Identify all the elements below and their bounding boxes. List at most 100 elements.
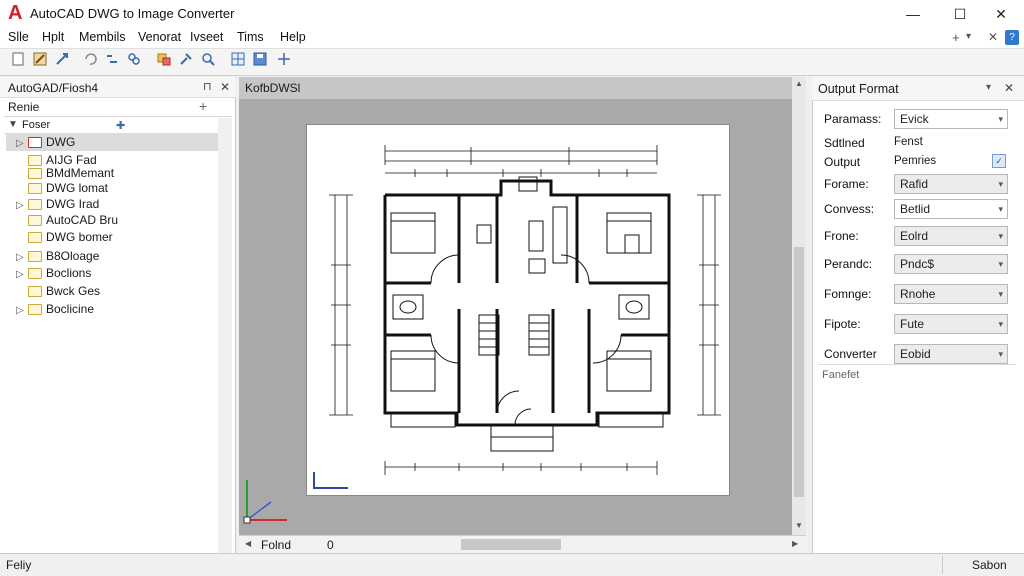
property-dropdown[interactable]: Fute ▾	[894, 314, 1008, 334]
property-value: Rnohe	[900, 287, 936, 301]
chevron-down-icon: ▾	[998, 289, 1003, 299]
panel-dropdown-icon[interactable]: ▾	[986, 82, 991, 93]
output-checkbox[interactable]: ✓	[992, 154, 1006, 168]
menu-edit[interactable]: Hplt	[42, 30, 64, 44]
tree-item-label: Bwck Ges	[46, 284, 101, 298]
undo-icon[interactable]	[80, 51, 100, 71]
minimize-button[interactable]: —	[890, 0, 936, 28]
tree-item[interactable]: Bwck Ges	[6, 282, 218, 300]
property-dropdown[interactable]: Pndc$ ▾	[894, 254, 1008, 274]
menu-add-button[interactable]: +	[952, 30, 960, 45]
property-label: Paramass:	[824, 112, 882, 126]
layers-icon[interactable]	[124, 51, 144, 71]
menu-close-icon[interactable]: ✕	[988, 30, 998, 44]
left-scrollbar[interactable]	[218, 118, 232, 554]
menu-view[interactable]: Venorat	[138, 30, 181, 44]
status-text: Feliy	[6, 558, 32, 572]
add-folder-button[interactable]: +	[199, 98, 207, 114]
canvas-horizontal-scrollbar[interactable]: ◀ Folnd 0 ▶	[239, 535, 806, 553]
tree-item-label: AutoCAD Bru	[46, 213, 119, 227]
tree-item[interactable]: ▷ B8Oloage	[6, 247, 218, 265]
window-title: AutoCAD DWG to Image Converter	[30, 6, 235, 21]
edit-icon[interactable]	[30, 51, 50, 71]
close-button[interactable]: ✕	[978, 0, 1024, 28]
property-dropdown[interactable]: Rnohe ▾	[894, 284, 1008, 304]
zoom-icon[interactable]	[198, 51, 218, 71]
property-dropdown[interactable]: Evick ▾	[894, 109, 1008, 129]
ucs-axis-icon	[243, 474, 293, 524]
property-dropdown[interactable]: Betlid ▾	[894, 199, 1008, 219]
property-value: Rafid	[900, 177, 929, 191]
hscroll-thumb[interactable]	[461, 539, 561, 550]
expand-arrow-icon[interactable]: ▷	[16, 302, 28, 320]
property-value: Evick	[900, 112, 929, 126]
scroll-down-icon[interactable]: ▼	[795, 521, 803, 530]
help-icon[interactable]: ?	[1005, 30, 1019, 45]
property-value: Fenst	[894, 136, 923, 148]
drawing-tab[interactable]: KofbDWSl	[239, 77, 792, 99]
status-divider	[942, 556, 943, 574]
menu-dropdown-icon[interactable]: ▾	[966, 31, 971, 42]
scroll-thumb[interactable]	[794, 247, 804, 497]
output-panel-close-icon[interactable]: ✕	[1004, 81, 1014, 95]
menu-members[interactable]: Membils	[79, 30, 126, 44]
property-value: Eolrd	[900, 229, 929, 243]
tree-item-label: Boclicine	[46, 302, 95, 316]
property-label: Convess:	[824, 202, 875, 216]
scroll-right-icon[interactable]: ▶	[792, 539, 798, 548]
coordinate-readout: 0	[327, 538, 334, 552]
property-label: Perandc:	[824, 257, 873, 271]
property-dropdown[interactable]: Rafid ▾	[894, 174, 1008, 194]
menu-tools[interactable]: Tims	[237, 30, 264, 44]
folder-icon	[28, 286, 42, 298]
tree-root-row[interactable]: ▼ Foser ✚	[4, 116, 232, 134]
tree-item[interactable]: ▷ DWG	[6, 133, 218, 151]
property-label: Converter	[824, 347, 877, 361]
tree-item[interactable]: ▷ Boclicine	[6, 300, 218, 318]
tree-action-icon[interactable]: ✚	[116, 119, 125, 132]
maximize-button[interactable]: ☐	[937, 0, 983, 28]
status-right-text: Sabon	[972, 558, 1007, 572]
layout-tab-label[interactable]: Folnd	[261, 538, 291, 552]
drawing-sheet	[306, 124, 730, 496]
panel-close-icon[interactable]: ✕	[220, 80, 230, 94]
canvas-vertical-scrollbar[interactable]: ▲ ▼	[792, 77, 806, 535]
menu-file[interactable]: Slle	[8, 30, 29, 44]
property-label: Output	[824, 155, 861, 169]
tree-item-label: B8Oloage	[46, 249, 100, 263]
scroll-up-icon[interactable]: ▲	[795, 79, 803, 88]
menu-insert[interactable]: Ivseet	[190, 30, 223, 44]
tool-icon[interactable]	[176, 51, 196, 71]
wand-icon[interactable]	[52, 51, 72, 71]
select-icon[interactable]	[154, 51, 174, 71]
grid-icon[interactable]	[228, 51, 248, 71]
tree-item-label: DWG	[46, 135, 76, 149]
tree-item-label: DWG lomat	[46, 181, 109, 195]
property-dropdown[interactable]: Eolrd ▾	[894, 226, 1008, 246]
folder-icon	[28, 215, 42, 227]
new-icon[interactable]	[8, 51, 28, 71]
property-label: Sdtlned	[824, 136, 865, 150]
chevron-down-icon: ▾	[998, 114, 1003, 124]
link-icon[interactable]	[102, 51, 122, 71]
menu-help[interactable]: Help	[280, 30, 306, 44]
tree-item[interactable]: DWG bomer	[6, 228, 218, 246]
folder-icon	[28, 199, 42, 211]
folder-icon	[28, 251, 42, 263]
chevron-down-icon: ▾	[998, 259, 1003, 269]
tree-item-label: Boclions	[46, 266, 92, 280]
tree-item[interactable]: AutoCAD Bru	[6, 211, 218, 229]
property-label: Fipote:	[824, 317, 861, 331]
tree-item-label: DWG Irad	[46, 197, 100, 211]
property-dropdown[interactable]: Eobid ▾	[894, 344, 1008, 364]
panel-footer-label: Fanefet	[822, 369, 860, 381]
pin-icon[interactable]: ⊓	[203, 80, 212, 93]
scroll-left-icon[interactable]: ◀	[245, 539, 251, 548]
move-icon[interactable]	[274, 51, 294, 71]
chevron-down-icon: ▾	[998, 179, 1003, 189]
save-icon[interactable]	[250, 51, 270, 71]
output-format-title: Output Format	[818, 82, 899, 96]
tree-item[interactable]: ▷ Boclions	[6, 264, 218, 282]
drawing-tab-label: KofbDWSl	[245, 81, 301, 95]
tree-root-label: Foser	[22, 119, 51, 131]
